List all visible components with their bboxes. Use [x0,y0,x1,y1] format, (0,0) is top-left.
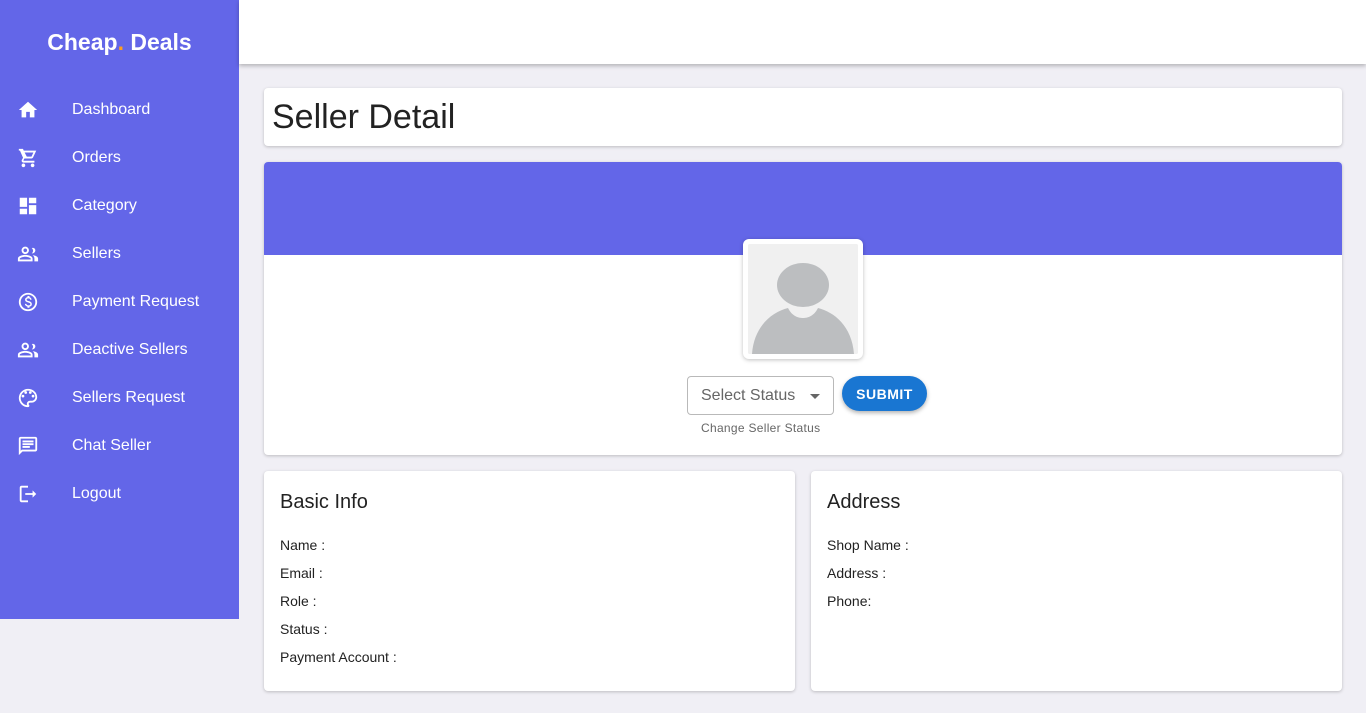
chevron-down-icon [810,394,820,399]
basic-info-heading: Basic Info [280,491,368,513]
submit-button[interactable]: SUBMIT [842,376,927,411]
sidebar-item-logout[interactable]: Logout [0,470,239,518]
brand-name-part1: Cheap [47,28,118,55]
sidebar-item-orders[interactable]: Orders [0,134,239,182]
address-heading: Address [827,491,901,513]
palette-icon [0,387,72,409]
brand-name-part2: Deals [123,28,192,55]
status-form: Select Status Change Seller Status SUBMI… [687,376,927,435]
email-field: Email : [280,565,323,581]
sidebar-item-deactive-sellers[interactable]: Deactive Sellers [0,326,239,374]
sidebar-item-payment-request[interactable]: Payment Request [0,278,239,326]
sidebar-item-chat-seller[interactable]: Chat Seller [0,422,239,470]
sidebar-item-label: Logout [72,485,121,502]
sidebar-item-label: Sellers [72,245,121,262]
people-icon [0,243,72,265]
payment-account-field: Payment Account : [280,649,397,665]
sidebar-item-category[interactable]: Category [0,182,239,230]
brand-logo[interactable]: Cheap. Deals [0,0,239,86]
address-field: Address : [827,565,887,581]
page-title-card: Seller Detail [264,88,1342,146]
home-icon [0,99,72,121]
avatar-placeholder-icon [748,244,858,354]
role-field: Role : [280,593,317,609]
sidebar-item-label: Chat Seller [72,437,152,454]
sidebar-item-sellers-request[interactable]: Sellers Request [0,374,239,422]
sidebar-item-label: Deactive Sellers [72,341,188,358]
sidebar-item-sellers[interactable]: Sellers [0,230,239,278]
dashboard-grid-icon [0,195,72,217]
status-field: Status : [280,621,328,637]
sidebar-item-label: Category [72,197,137,214]
sidebar-item-label: Dashboard [72,101,151,118]
phone-field: Phone: [827,593,872,609]
name-field: Name : [280,537,326,553]
status-helper-text: Change Seller Status [701,421,821,435]
status-select-placeholder: Select Status [701,386,796,404]
sidebar: Cheap. Deals Dashboard Orders Category S… [0,0,239,619]
chat-icon [0,435,72,457]
sidebar-item-label: Sellers Request [72,389,185,406]
profile-card: Select Status Change Seller Status SUBMI… [264,162,1342,455]
sidebar-item-dashboard[interactable]: Dashboard [0,86,239,134]
avatar [743,239,863,359]
cart-icon [0,147,72,169]
people-icon [0,339,72,361]
shop-name-field: Shop Name : [827,537,909,553]
top-app-bar [239,0,1366,64]
dollar-circle-icon [0,291,72,313]
logout-icon [0,483,72,505]
sidebar-item-label: Payment Request [72,293,200,310]
page-title: Seller Detail [272,97,456,136]
address-card: Address Shop Name : Address : Phone: [811,471,1342,691]
sidebar-item-label: Orders [72,149,121,166]
basic-info-card: Basic Info Name : Email : Role : Status … [264,471,795,691]
status-select[interactable]: Select Status [687,376,834,415]
